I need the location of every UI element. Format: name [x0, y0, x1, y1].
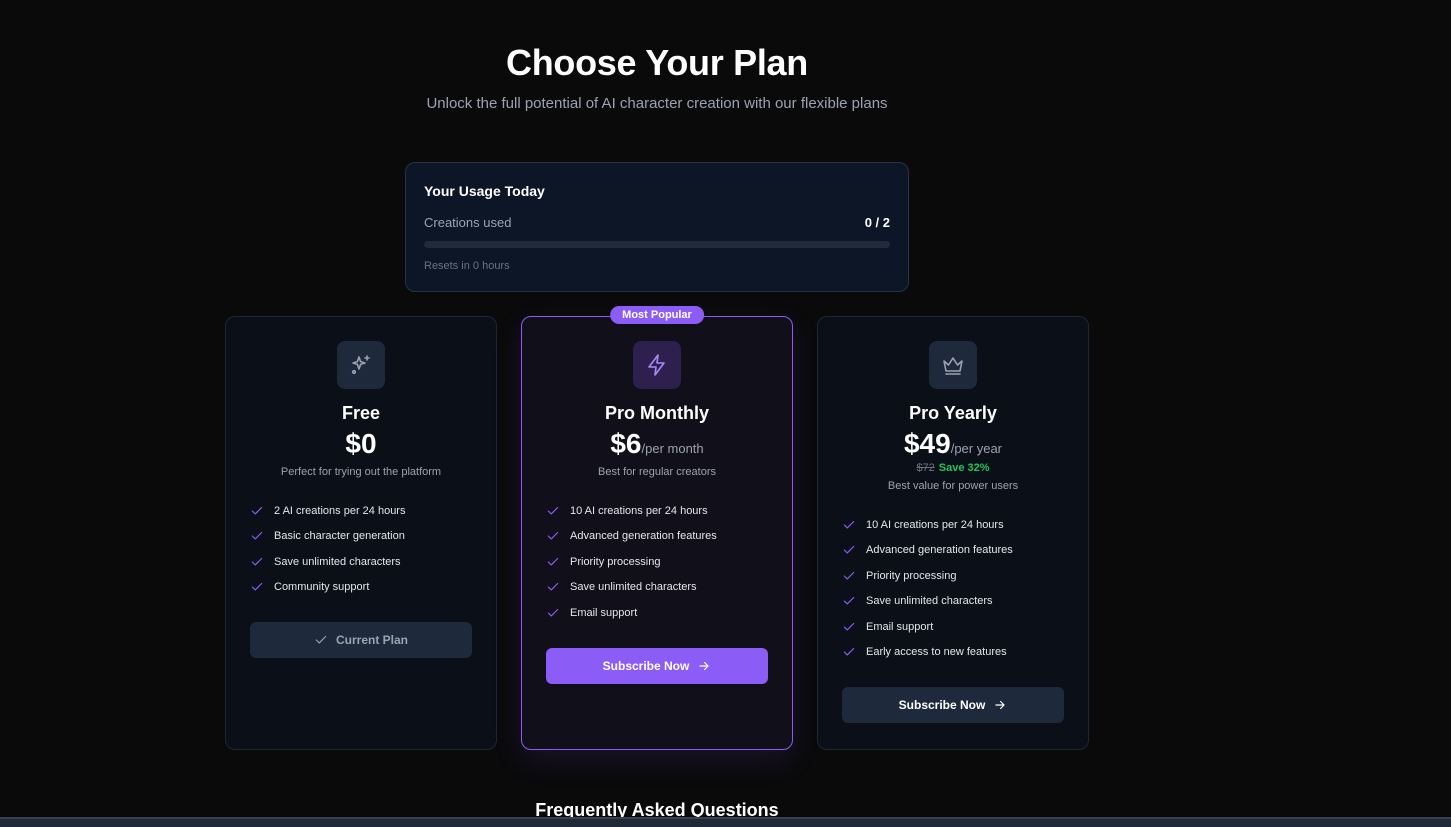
- button-label: Subscribe Now: [898, 698, 986, 712]
- check-icon: [547, 506, 559, 515]
- check-icon: [843, 546, 855, 554]
- check-icon: [843, 520, 855, 529]
- check-icon: [547, 557, 559, 566]
- button-label: Subscribe Now: [602, 658, 690, 673]
- page-subtitle: Unlock the full potential of AI characte…: [426, 95, 888, 112]
- plan-discount-row: $72 Save 32%: [842, 462, 1064, 474]
- usage-progress-bar: [424, 241, 890, 248]
- plan-description: Perfect for trying out the platform: [280, 466, 442, 478]
- usage-row: Creations used 0 / 2: [424, 215, 890, 230]
- feature-item: Advanced generation features: [842, 538, 1064, 564]
- feature-text: 2 AI creations per 24 hours: [274, 504, 406, 517]
- check-icon: [547, 532, 559, 540]
- feature-text: Save unlimited characters: [866, 595, 993, 608]
- check-icon: [251, 583, 263, 591]
- plan-price: $0: [345, 428, 377, 459]
- usage-reset-text: Resets in 0 hours: [424, 260, 510, 272]
- crown-icon: [929, 341, 977, 389]
- check-icon: [843, 571, 855, 580]
- feature-item: 2 AI creations per 24 hours: [250, 498, 472, 524]
- page-title: Choose Your Plan: [506, 42, 808, 83]
- check-icon: [843, 622, 855, 631]
- feature-item: Advanced generation features: [546, 524, 768, 550]
- usage-title: Your Usage Today: [424, 183, 545, 199]
- feature-text: 10 AI creations per 24 hours: [866, 518, 1004, 531]
- plan-price-row: $49/per year: [842, 428, 1064, 460]
- plan-price-row: $6/per month: [546, 428, 768, 460]
- arrow-right-icon: [995, 700, 1006, 710]
- feature-list: 2 AI creations per 24 hours Basic charac…: [250, 498, 472, 600]
- plan-card-pro-yearly: Pro Yearly $49/per year $72 Save 32% Best…: [817, 316, 1089, 750]
- plan-name: Pro Yearly: [909, 403, 997, 423]
- check-icon: [843, 597, 855, 605]
- feature-item: Community support: [250, 575, 472, 601]
- usage-label: Creations used: [424, 215, 512, 230]
- subscribe-monthly-button[interactable]: Subscribe Now: [546, 647, 768, 684]
- feature-item: 10 AI creations per 24 hours: [546, 498, 768, 524]
- check-icon: [547, 608, 559, 617]
- plan-price-row: $0: [250, 428, 472, 460]
- horizontal-scrollbar[interactable]: [0, 817, 1451, 827]
- subscribe-yearly-button[interactable]: Subscribe Now: [842, 687, 1064, 723]
- plan-old-price: $72: [916, 462, 935, 474]
- check-icon: [251, 557, 263, 566]
- feature-text: Save unlimited characters: [274, 555, 401, 568]
- feature-text: Email support: [866, 620, 934, 633]
- check-icon: [315, 635, 327, 644]
- usage-value: 0 / 2: [864, 215, 890, 230]
- feature-text: Basic character generation: [274, 530, 405, 543]
- plan-card-pro-monthly: Most Popular Pro Monthly $6/per month Be…: [521, 306, 793, 750]
- feature-item: Basic character generation: [250, 524, 472, 550]
- most-popular-badge: Most Popular: [610, 306, 704, 324]
- usage-card: Your Usage Today Creations used 0 / 2 Re…: [405, 162, 909, 292]
- plan-period: /per year: [950, 441, 1003, 456]
- feature-text: Priority processing: [866, 569, 957, 582]
- feature-item: Priority processing: [842, 563, 1064, 589]
- feature-text: Priority processing: [570, 555, 661, 568]
- feature-text: 10 AI creations per 24 hours: [570, 504, 708, 517]
- plan-name: Pro Monthly: [605, 403, 709, 423]
- feature-item: 10 AI creations per 24 hours: [842, 512, 1064, 538]
- feature-text: Advanced generation features: [570, 530, 717, 543]
- sparkles-icon: [337, 341, 385, 389]
- arrow-right-icon: [699, 661, 710, 670]
- feature-text: Advanced generation features: [866, 544, 1013, 557]
- feature-text: Early access to new features: [866, 646, 1007, 659]
- feature-text: Save unlimited characters: [570, 581, 697, 594]
- feature-item: Save unlimited characters: [250, 549, 472, 575]
- plan-card-free: Free $0 Perfect for trying out the platf…: [225, 316, 497, 750]
- feature-item: Early access to new features: [842, 640, 1064, 666]
- plan-description: Best value for power users: [887, 480, 1019, 492]
- plan-save-badge: Save 32%: [938, 462, 990, 474]
- feature-list: 10 AI creations per 24 hours Advanced ge…: [842, 512, 1064, 665]
- plan-price: $49: [903, 428, 951, 459]
- current-plan-button[interactable]: Current Plan: [250, 622, 472, 658]
- plan-description: Best for regular creators: [598, 466, 716, 478]
- check-icon: [843, 648, 855, 656]
- feature-list: 10 AI creations per 24 hours Advanced ge…: [546, 498, 768, 626]
- plan-price: $6: [610, 428, 642, 459]
- check-icon: [251, 506, 263, 515]
- feature-item: Email support: [842, 614, 1064, 640]
- feature-item: Save unlimited characters: [546, 575, 768, 601]
- feature-text: Community support: [274, 581, 370, 594]
- check-icon: [547, 583, 559, 591]
- feature-item: Email support: [546, 600, 768, 626]
- feature-text: Email support: [570, 606, 638, 619]
- button-label: Current Plan: [335, 633, 408, 647]
- feature-item: Priority processing: [546, 549, 768, 575]
- feature-item: Save unlimited characters: [842, 589, 1064, 615]
- lightning-icon: [633, 341, 681, 389]
- check-icon: [251, 532, 263, 540]
- plan-name: Free: [341, 403, 381, 423]
- plan-period: /per month: [641, 441, 704, 456]
